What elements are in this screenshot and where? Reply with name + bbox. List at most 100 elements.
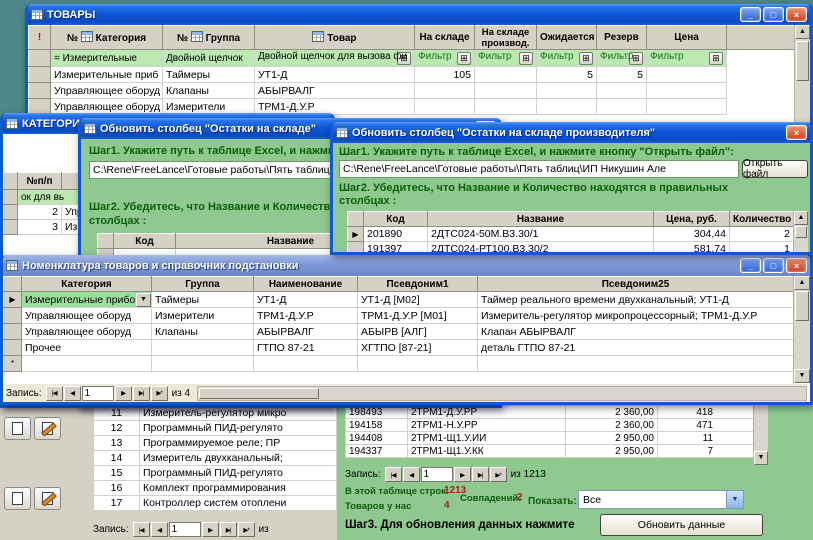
- code-cell[interactable]: 201890: [363, 226, 428, 242]
- record-number-input[interactable]: 1: [81, 385, 114, 401]
- edit-form-button-2[interactable]: [34, 487, 61, 510]
- row-number-cell[interactable]: 12: [93, 420, 140, 436]
- prev-record-button[interactable]: ◀: [150, 522, 168, 537]
- show-filter-combobox[interactable]: Все ▼: [578, 490, 744, 509]
- qty-cell[interactable]: 7: [657, 444, 754, 458]
- new-form-button-2[interactable]: [4, 487, 31, 510]
- row-number-cell[interactable]: 14: [93, 450, 140, 466]
- close-button[interactable]: ×: [786, 258, 807, 273]
- group-cell[interactable]: [151, 339, 254, 356]
- row-number-cell[interactable]: 16: [93, 480, 140, 496]
- row-number-cell[interactable]: 13: [93, 435, 140, 451]
- qty-cell[interactable]: 418: [657, 405, 754, 419]
- code-cell[interactable]: 194408: [345, 431, 408, 445]
- expected-cell[interactable]: [536, 82, 597, 99]
- column-header-alias1[interactable]: Псевдоним1: [357, 276, 478, 292]
- column-header-category[interactable]: № Категория: [50, 25, 163, 50]
- filter-cell-product[interactable]: ⊞ Двойной щелчок для вызова фи: [254, 49, 415, 67]
- row-selector-header[interactable]: !: [28, 25, 51, 50]
- scroll-up-button[interactable]: ▲: [794, 211, 808, 225]
- qty-cell[interactable]: 471: [657, 418, 754, 432]
- alias25-cell[interactable]: Измеритель-регулятор микропроцессорный; …: [477, 307, 794, 324]
- row-number-cell[interactable]: 17: [93, 495, 140, 511]
- category-cell[interactable]: Управляющее оборуд: [21, 323, 152, 340]
- column-header-price[interactable]: Цена, руб.: [653, 211, 730, 227]
- num-cell[interactable]: 2: [17, 204, 62, 220]
- edit-form-button[interactable]: [34, 417, 61, 440]
- stock-cell[interactable]: [414, 82, 475, 99]
- filter-cell-price[interactable]: ⊞ Фильтр: [646, 49, 727, 67]
- filter-cell-category[interactable]: = Измерительные: [50, 49, 163, 67]
- filter-builder-button[interactable]: ⊞: [457, 52, 471, 65]
- first-record-button[interactable]: |◀: [45, 385, 63, 401]
- category-cell[interactable]: Измерительные приб: [50, 66, 163, 83]
- new-record-button[interactable]: ▶*: [150, 385, 168, 401]
- stock-manuf-cell[interactable]: [474, 66, 537, 83]
- scroll-down-button[interactable]: ▼: [754, 451, 768, 465]
- alias1-cell[interactable]: ХГТПО [87-21]: [357, 339, 478, 356]
- category-cell[interactable]: [21, 355, 152, 372]
- product-name-cell[interactable]: Измеритель двухканальный;: [139, 450, 337, 466]
- qty-cell[interactable]: 1: [729, 241, 794, 252]
- price-cell[interactable]: 581,74: [653, 241, 730, 252]
- stock-manuf-cell[interactable]: [474, 98, 537, 115]
- horizontal-scrollbar[interactable]: [197, 385, 807, 401]
- row-selector[interactable]: [28, 82, 51, 99]
- prev-record-button[interactable]: ◀: [63, 385, 81, 401]
- alias25-cell[interactable]: [477, 355, 794, 372]
- name-cell[interactable]: 2ДТС024-50М.В3.30/1: [427, 226, 654, 242]
- column-header-category[interactable]: Категория: [21, 276, 152, 292]
- price-cell[interactable]: 2 360,00: [565, 418, 658, 432]
- row-selector-header[interactable]: [3, 172, 18, 190]
- reserve-cell[interactable]: [596, 82, 647, 99]
- new-record-button[interactable]: ▶*: [489, 467, 507, 482]
- num-cell[interactable]: 3: [17, 219, 62, 235]
- column-header-name[interactable]: Наименование: [253, 276, 358, 292]
- record-number-input[interactable]: 1: [420, 467, 453, 482]
- column-header-group[interactable]: Группа: [151, 276, 254, 292]
- reserve-cell[interactable]: [596, 98, 647, 115]
- alias1-cell[interactable]: АБЫРВ [АЛГ]: [357, 323, 478, 340]
- name-cell[interactable]: 2ТРМ1-Щ1.У.ИИ: [407, 431, 566, 445]
- group-cell[interactable]: Таймеры: [151, 291, 254, 308]
- row-selector[interactable]: [3, 204, 18, 220]
- column-header-qty[interactable]: Количество: [729, 211, 794, 227]
- row-selector[interactable]: [3, 189, 18, 205]
- expected-cell[interactable]: 5: [536, 66, 597, 83]
- nomenclature-vertical-scrollbar[interactable]: ▲ ▼: [793, 276, 810, 383]
- filter-cell-stock-manuf[interactable]: ⊞ Фильтр: [474, 49, 537, 67]
- column-header-code[interactable]: Код: [113, 233, 176, 249]
- code-cell[interactable]: 191397: [363, 241, 428, 252]
- name-cell[interactable]: 2ТРМ1-Щ1.У.КК: [407, 444, 566, 458]
- column-header-expected[interactable]: Ожидается: [536, 25, 597, 50]
- scroll-down-button[interactable]: ▼: [794, 369, 810, 383]
- close-button[interactable]: ×: [786, 125, 807, 140]
- category-cell[interactable]: Прочее: [21, 339, 152, 356]
- product-name-cell[interactable]: Программный ПИД-регулято: [139, 420, 337, 436]
- price-cell[interactable]: [646, 98, 727, 115]
- new-record-button[interactable]: ▶*: [237, 522, 255, 537]
- name-cell[interactable]: УТ1-Д: [253, 291, 358, 308]
- prev-record-button[interactable]: ◀: [402, 467, 420, 482]
- name-cell[interactable]: [253, 355, 358, 372]
- product-cell[interactable]: АБЫРВАЛГ: [254, 82, 415, 99]
- price-cell[interactable]: [646, 66, 727, 83]
- product-cell[interactable]: УТ1-Д: [254, 66, 415, 83]
- filter-builder-button[interactable]: ⊞: [709, 52, 723, 65]
- column-header-alias25[interactable]: Псевдоним25: [477, 276, 794, 292]
- first-record-button[interactable]: |◀: [132, 522, 150, 537]
- new-form-button[interactable]: [4, 417, 31, 440]
- row-selector[interactable]: [3, 307, 22, 324]
- open-file-button[interactable]: Открыть файл: [742, 158, 808, 180]
- nomenclature-titlebar[interactable]: Номенклатура товаров и справочник подста…: [3, 255, 810, 276]
- filter-builder-button[interactable]: ⊞: [579, 52, 593, 65]
- minimize-button[interactable]: _: [740, 7, 761, 22]
- row-selector[interactable]: [28, 66, 51, 83]
- last-record-button[interactable]: ▶|: [132, 385, 150, 401]
- new-row-marker[interactable]: *: [3, 355, 22, 372]
- column-header-stock[interactable]: На складе: [414, 25, 475, 50]
- column-header-num[interactable]: №п/п: [17, 172, 62, 190]
- alias25-cell[interactable]: Таймер реального времени двухканальный; …: [477, 291, 794, 308]
- maximize-button[interactable]: □: [763, 258, 784, 273]
- group-cell[interactable]: Клапаны: [151, 323, 254, 340]
